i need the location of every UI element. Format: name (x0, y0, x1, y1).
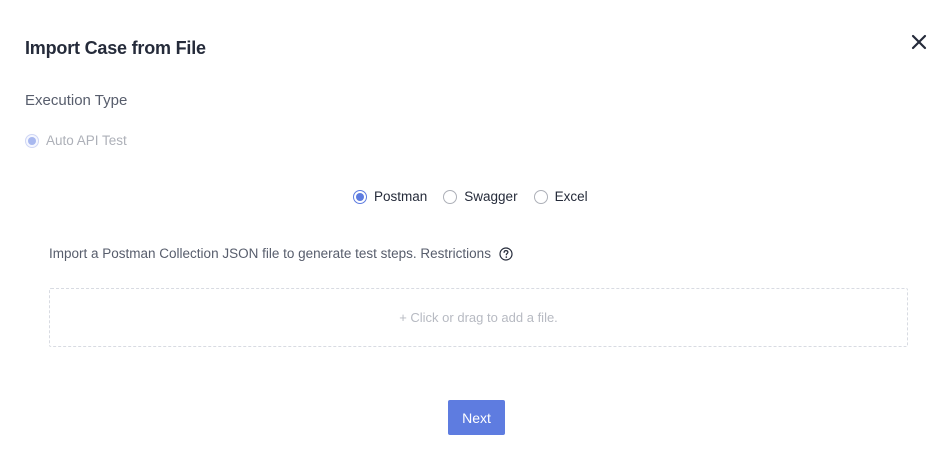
import-case-dialog: Import Case from File Execution Type Aut… (0, 0, 933, 450)
radio-label: Auto API Test (46, 133, 127, 148)
radio-button[interactable] (533, 189, 548, 204)
close-icon[interactable] (910, 33, 928, 51)
radio-label: Excel (554, 189, 588, 204)
radio-label: Postman (374, 189, 428, 204)
import-hint: Import a Postman Collection JSON file to… (49, 246, 513, 261)
upload-prompt: + Click or drag to add a file. (399, 310, 558, 325)
execution-type-label: Execution Type (25, 92, 128, 109)
help-circle-icon[interactable] (499, 246, 513, 261)
source-type-radio-group: Postman Swagger Excel (353, 189, 604, 204)
file-upload-dropzone[interactable]: + Click or drag to add a file. (49, 288, 908, 347)
radio-button (25, 133, 39, 148)
execution-type-radio-auto-api-test: Auto API Test (25, 133, 127, 148)
source-radio-excel[interactable]: Excel (533, 189, 588, 204)
radio-label: Swagger (464, 189, 518, 204)
dialog-title: Import Case from File (25, 38, 206, 58)
radio-button[interactable] (353, 189, 367, 204)
source-radio-swagger[interactable]: Swagger (443, 189, 518, 204)
source-radio-postman[interactable]: Postman (353, 189, 427, 204)
next-button[interactable]: Next (448, 400, 505, 435)
hint-text: Import a Postman Collection JSON file to… (49, 246, 491, 261)
radio-button[interactable] (443, 189, 458, 204)
